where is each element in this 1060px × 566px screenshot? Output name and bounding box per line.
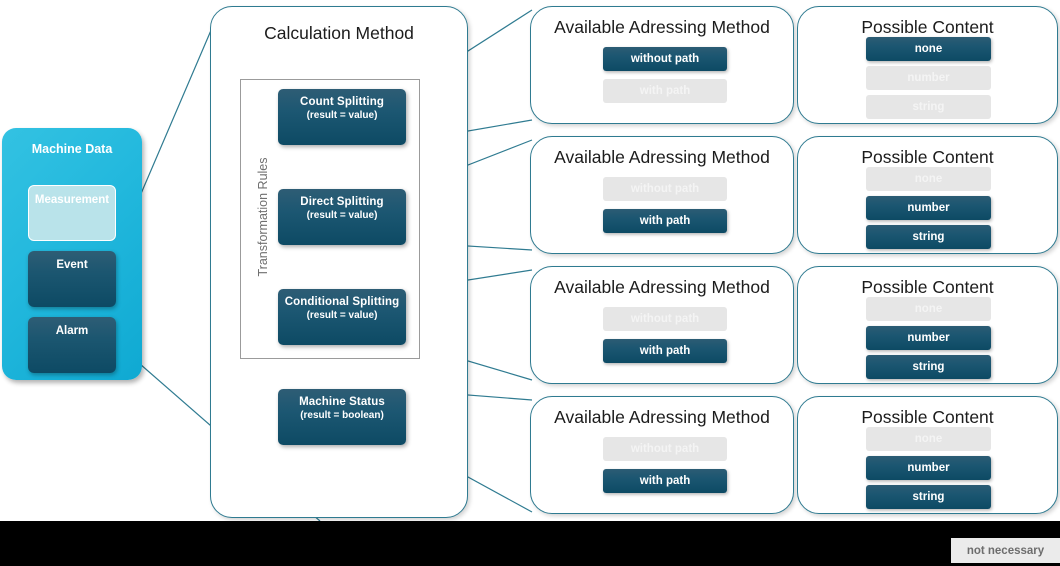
content-panel-row-4: Possible Content none number string bbox=[797, 396, 1058, 514]
machine-data-item-label: Measurement bbox=[34, 194, 110, 206]
transformation-rules-label: Transformation Rules bbox=[256, 157, 270, 277]
chip-label: none bbox=[914, 43, 943, 55]
calc-method-result: (result = value) bbox=[306, 210, 378, 221]
chip-label: with path bbox=[639, 215, 691, 227]
machine-data-item-measurement[interactable]: Measurement bbox=[28, 185, 116, 241]
calc-method-conditional-splitting[interactable]: Conditional Splitting (result = value) bbox=[278, 289, 406, 345]
content-panel-row-3: Possible Content none number string bbox=[797, 266, 1058, 384]
chip-label: string bbox=[912, 361, 945, 373]
addressing-option-with-path[interactable]: with path bbox=[603, 339, 727, 363]
content-option-number[interactable]: number bbox=[866, 456, 991, 480]
addressing-panel-row-4: Available Adressing Method without path … bbox=[530, 396, 794, 514]
addressing-option-without-path[interactable]: without path bbox=[603, 437, 727, 461]
chip-label: string bbox=[912, 491, 945, 503]
addressing-option-without-path[interactable]: without path bbox=[603, 307, 727, 331]
chip-label: without path bbox=[630, 183, 700, 195]
chip-label: none bbox=[914, 173, 943, 185]
calculation-method-title: Calculation Method bbox=[264, 23, 414, 43]
addressing-option-with-path[interactable]: with path bbox=[603, 209, 727, 233]
chip-label: number bbox=[907, 332, 950, 344]
machine-data-title: Machine Data bbox=[31, 142, 113, 156]
not-necessary-tag[interactable]: not necessary bbox=[951, 538, 1060, 563]
chip-label: with path bbox=[639, 345, 691, 357]
addressing-panel-title: Available Adressing Method bbox=[554, 277, 770, 297]
calc-method-count-splitting[interactable]: Count Splitting (result = value) bbox=[278, 89, 406, 145]
calc-method-name: Machine Status bbox=[299, 396, 385, 408]
chip-label: without path bbox=[630, 53, 700, 65]
content-option-none[interactable]: none bbox=[866, 167, 991, 191]
addressing-panel-title: Available Adressing Method bbox=[554, 407, 770, 427]
content-option-none[interactable]: none bbox=[866, 297, 991, 321]
chip-label: without path bbox=[630, 443, 700, 455]
content-panel-row-2: Possible Content none number string bbox=[797, 136, 1058, 254]
calc-method-result: (result = value) bbox=[306, 110, 378, 121]
content-panel-title: Possible Content bbox=[861, 407, 994, 427]
diagram-canvas: Machine Data Measurement Event Alarm Cal… bbox=[0, 0, 1060, 566]
bottom-bar bbox=[0, 521, 1060, 566]
addressing-option-with-path[interactable]: with path bbox=[603, 79, 727, 103]
chip-label: none bbox=[914, 433, 943, 445]
calc-method-direct-splitting[interactable]: Direct Splitting (result = value) bbox=[278, 189, 406, 245]
addressing-panel-title: Available Adressing Method bbox=[554, 147, 770, 167]
content-panel-title: Possible Content bbox=[861, 147, 994, 167]
content-option-number[interactable]: number bbox=[866, 326, 991, 350]
content-panel-title: Possible Content bbox=[861, 17, 994, 37]
addressing-panel-title: Available Adressing Method bbox=[554, 17, 770, 37]
calc-method-name: Count Splitting bbox=[300, 96, 384, 108]
content-option-string[interactable]: string bbox=[866, 95, 991, 119]
calculation-method-panel: Calculation Method Transformation Rules … bbox=[210, 6, 468, 518]
content-option-none[interactable]: none bbox=[866, 427, 991, 451]
machine-data-card: Machine Data Measurement Event Alarm bbox=[2, 128, 142, 380]
content-option-number[interactable]: number bbox=[866, 196, 991, 220]
addressing-option-without-path[interactable]: without path bbox=[603, 47, 727, 71]
content-option-string[interactable]: string bbox=[866, 485, 991, 509]
machine-data-item-label: Alarm bbox=[55, 325, 89, 337]
addressing-panel-row-1: Available Adressing Method without path … bbox=[530, 6, 794, 124]
connector-md-top bbox=[139, 27, 213, 197]
addressing-option-with-path[interactable]: with path bbox=[603, 469, 727, 493]
chip-label: with path bbox=[639, 85, 691, 97]
chip-label: string bbox=[912, 101, 945, 113]
machine-data-item-alarm[interactable]: Alarm bbox=[28, 317, 116, 373]
addressing-panel-row-3: Available Adressing Method without path … bbox=[530, 266, 794, 384]
not-necessary-label: not necessary bbox=[966, 544, 1045, 557]
addressing-panel-row-2: Available Adressing Method without path … bbox=[530, 136, 794, 254]
chip-label: with path bbox=[639, 475, 691, 487]
calc-method-result: (result = boolean) bbox=[300, 410, 384, 421]
chip-label: none bbox=[914, 303, 943, 315]
calc-method-name: Conditional Splitting bbox=[284, 296, 400, 308]
chip-label: without path bbox=[630, 313, 700, 325]
content-option-string[interactable]: string bbox=[866, 355, 991, 379]
chip-label: string bbox=[912, 231, 945, 243]
content-option-none[interactable]: none bbox=[866, 37, 991, 61]
machine-data-item-label: Event bbox=[56, 259, 88, 271]
content-option-number[interactable]: number bbox=[866, 66, 991, 90]
chip-label: number bbox=[907, 202, 950, 214]
calc-method-machine-status[interactable]: Machine Status (result = boolean) bbox=[278, 389, 406, 445]
chip-label: number bbox=[907, 462, 950, 474]
content-option-string[interactable]: string bbox=[866, 225, 991, 249]
calc-method-name: Direct Splitting bbox=[300, 196, 384, 208]
machine-data-item-event[interactable]: Event bbox=[28, 251, 116, 307]
content-panel-row-1: Possible Content none number string bbox=[797, 6, 1058, 124]
calc-method-result: (result = value) bbox=[306, 310, 378, 321]
addressing-option-without-path[interactable]: without path bbox=[603, 177, 727, 201]
chip-label: number bbox=[907, 72, 950, 84]
content-panel-title: Possible Content bbox=[861, 277, 994, 297]
